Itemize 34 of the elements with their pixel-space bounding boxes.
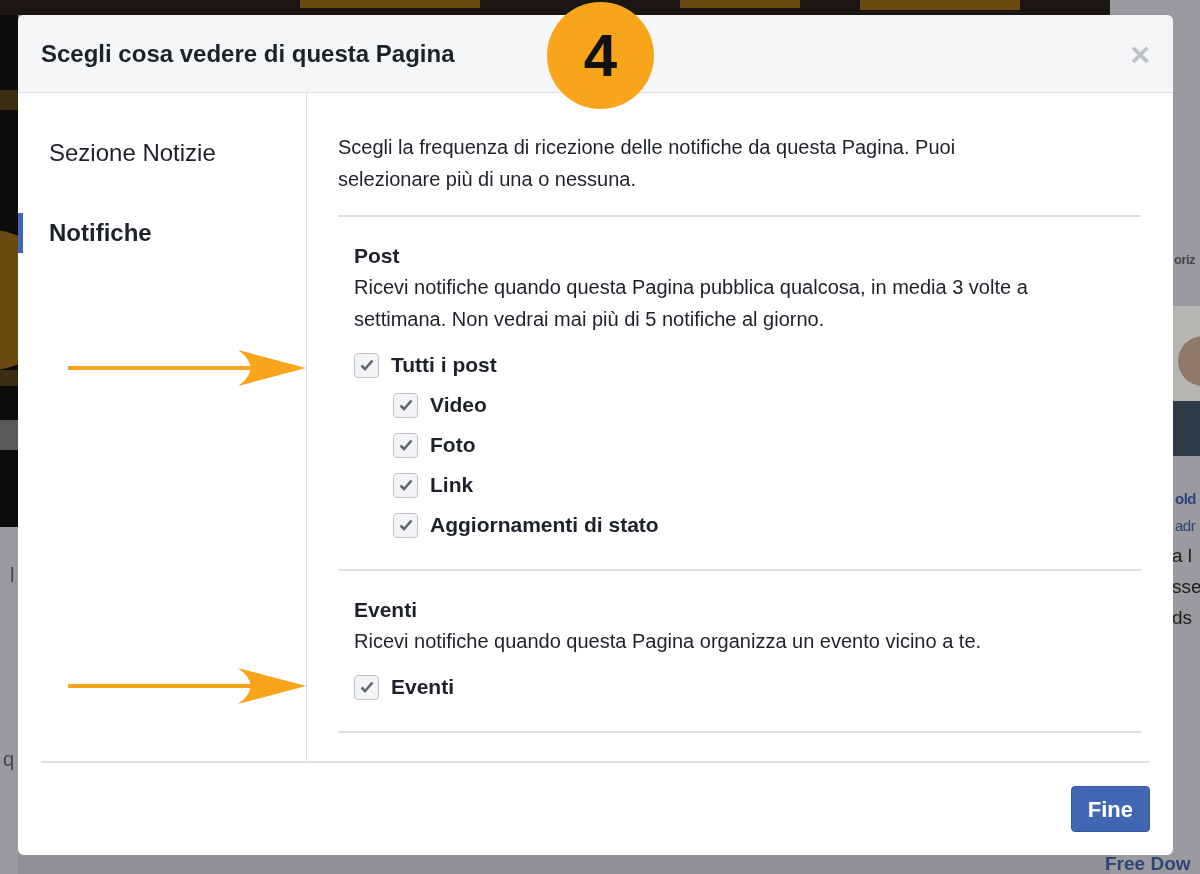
checkbox[interactable] xyxy=(393,392,418,418)
checkbox[interactable] xyxy=(393,512,418,538)
section-description: Ricevi notifiche quando questa Pagina pubblica qualcosa, in media 3 volte a settimana. Non vedrai mai più di 5 notifiche al giorno. xyxy=(354,275,1029,332)
nav-tab[interactable]: Sezione Notizie xyxy=(18,133,306,173)
checkbox[interactable] xyxy=(354,352,379,378)
checkmark-icon xyxy=(359,681,374,693)
nav-tab[interactable]: Notifiche xyxy=(18,213,306,253)
post-text-line: ds xyxy=(1172,606,1193,630)
checkmark-icon xyxy=(398,439,413,451)
page-category: adr xyxy=(1175,516,1196,536)
intro-text: Scegli la frequenza di ricezione delle notifiche da questa Pagina. Puoi selezionare più di una o nessuna. xyxy=(338,131,1141,217)
post-text-line: sse xyxy=(1172,575,1200,599)
checkmark-icon xyxy=(359,359,374,371)
checkbox-option[interactable]: Foto xyxy=(393,425,1141,465)
checkbox-option[interactable]: Tutti i post xyxy=(354,345,1141,385)
done-button[interactable]: Fine xyxy=(1070,786,1150,832)
post-text-line: a l xyxy=(1172,544,1193,568)
checkbox-option[interactable]: Eventi xyxy=(354,667,1141,707)
tab-label: l xyxy=(10,563,15,588)
checkbox-option[interactable]: Link xyxy=(393,465,1141,505)
checkbox-option[interactable]: Video xyxy=(393,385,1141,425)
checkbox[interactable] xyxy=(393,432,418,458)
checkbox[interactable] xyxy=(354,674,379,700)
section-title: Eventi xyxy=(354,597,419,623)
section-heading: oriz xyxy=(1174,251,1196,269)
dialog-title: Scegli cosa vedere di questa Pagina xyxy=(41,38,455,69)
text-fragment: q xyxy=(3,747,15,772)
checkbox[interactable] xyxy=(393,472,418,498)
checkmark-icon xyxy=(398,519,413,531)
checkmark-icon xyxy=(398,479,413,491)
checkbox-option[interactable]: Aggiornamenti di stato xyxy=(393,505,1141,545)
section-description: Ricevi notifiche quando questa Pagina organizza un evento vicino a te. xyxy=(354,629,983,654)
checkmark-icon xyxy=(398,399,413,411)
section-title: Post xyxy=(354,243,401,269)
